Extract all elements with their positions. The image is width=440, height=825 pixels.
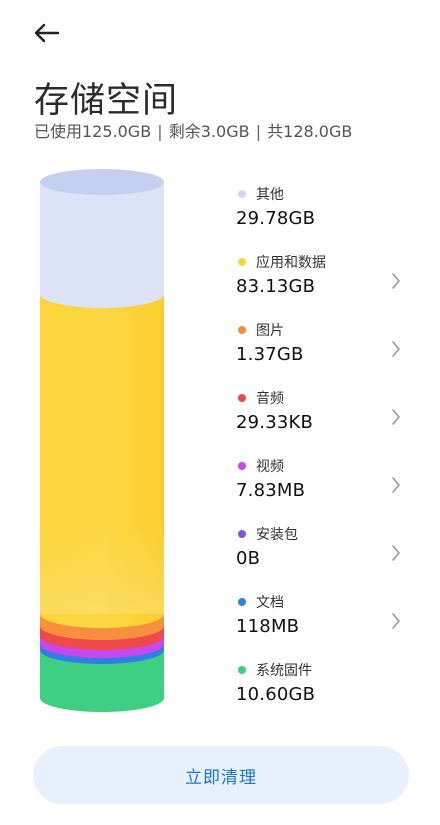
color-dot xyxy=(238,190,246,198)
category-size: 7.83MB xyxy=(236,480,306,501)
category-size: 118MB xyxy=(236,616,300,637)
separator: | xyxy=(157,122,163,141)
category-size: 29.33KB xyxy=(236,412,314,433)
category-images[interactable]: 图片 1.37GB xyxy=(236,319,416,387)
total-text: 共128.0GB xyxy=(267,122,353,141)
page-title: 存储空间 xyxy=(34,81,179,121)
category-size: 10.60GB xyxy=(236,684,316,705)
category-legend: 其他 29.78GB 应用和数据 83.13GB 图片 1.37GB 音频 29… xyxy=(236,183,416,727)
color-dot xyxy=(238,666,246,674)
free-text: 剩余3.0GB xyxy=(168,122,250,141)
chevron-right-icon xyxy=(392,273,400,289)
chevron-right-icon xyxy=(392,545,400,561)
category-label: 文档 xyxy=(256,595,284,611)
category-size: 1.37GB xyxy=(236,344,304,365)
category-other: 其他 29.78GB xyxy=(236,183,416,251)
category-audio[interactable]: 音频 29.33KB xyxy=(236,387,416,455)
storage-summary: 已使用125.0GB | 剩余3.0GB | 共128.0GB xyxy=(34,118,352,142)
category-apps[interactable]: 应用和数据 83.13GB xyxy=(236,251,416,319)
color-dot xyxy=(238,530,246,538)
used-text: 已使用125.0GB xyxy=(34,122,152,141)
back-arrow-icon xyxy=(34,23,60,43)
category-docs[interactable]: 文档 118MB xyxy=(236,591,416,659)
chevron-right-icon xyxy=(392,409,400,425)
category-video[interactable]: 视频 7.83MB xyxy=(236,455,416,523)
category-label: 其他 xyxy=(256,187,284,203)
category-label: 图片 xyxy=(256,323,284,339)
cylinder-top xyxy=(40,169,164,195)
color-dot xyxy=(238,462,246,470)
category-firmware: 系统固件 10.60GB xyxy=(236,659,416,727)
category-size: 0B xyxy=(236,548,261,569)
chevron-right-icon xyxy=(392,613,400,629)
category-apk[interactable]: 安装包 0B xyxy=(236,523,416,591)
category-label: 系统固件 xyxy=(256,663,312,679)
clean-now-button[interactable]: 立即清理 xyxy=(33,746,409,804)
color-dot xyxy=(238,326,246,334)
chevron-right-icon xyxy=(392,341,400,357)
color-dot xyxy=(238,258,246,266)
segment-other xyxy=(40,182,164,308)
category-size: 29.78GB xyxy=(236,208,316,229)
chevron-right-icon xyxy=(392,477,400,493)
category-label: 应用和数据 xyxy=(256,255,326,271)
category-label: 音频 xyxy=(256,391,284,407)
color-dot xyxy=(238,394,246,402)
category-label: 安装包 xyxy=(256,527,298,543)
back-button[interactable] xyxy=(32,18,62,48)
storage-cylinder-chart xyxy=(40,169,164,712)
category-size: 83.13GB xyxy=(236,276,316,297)
color-dot xyxy=(238,598,246,606)
category-label: 视频 xyxy=(256,459,284,475)
separator: | xyxy=(255,122,262,141)
